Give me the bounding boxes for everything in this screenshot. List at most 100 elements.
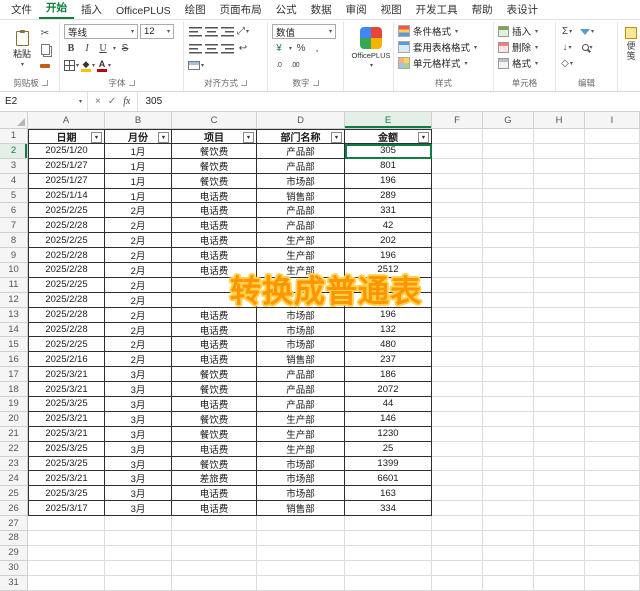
- cell-H30[interactable]: [534, 560, 585, 576]
- cell-D15[interactable]: 市场部: [257, 337, 345, 353]
- cell-D2[interactable]: 产品部: [257, 143, 345, 159]
- cell-I29[interactable]: [585, 545, 640, 561]
- cell-C29[interactable]: [172, 545, 257, 561]
- cells-删除-button[interactable]: 删除 ▾: [498, 39, 551, 55]
- column-header-B[interactable]: B: [105, 112, 172, 129]
- row-header-10[interactable]: 10: [0, 263, 28, 278]
- clear-button[interactable]: ◇ ▾: [560, 56, 574, 71]
- cell-H27[interactable]: [534, 516, 585, 532]
- alignment-dialog-launcher-icon[interactable]: [241, 80, 247, 86]
- cell-C21[interactable]: 餐饮费: [172, 426, 257, 442]
- percent-style-button[interactable]: %: [294, 41, 308, 56]
- cell-F29[interactable]: [432, 545, 483, 561]
- cell-H20[interactable]: [534, 411, 585, 427]
- row-header-5[interactable]: 5: [0, 188, 28, 204]
- row-header-6[interactable]: 6: [0, 203, 28, 219]
- cell-B14[interactable]: 2月: [105, 322, 172, 338]
- cell-C28[interactable]: [172, 531, 257, 546]
- merge-center-button[interactable]: ▾: [188, 58, 204, 73]
- cell-F17[interactable]: [432, 367, 483, 383]
- cell-F20[interactable]: [432, 411, 483, 427]
- cell-H14[interactable]: [534, 322, 585, 338]
- cell-G28[interactable]: [483, 531, 534, 546]
- cell-E3[interactable]: 801: [345, 158, 432, 174]
- cell-D4[interactable]: 市场部: [257, 173, 345, 189]
- cell-H12[interactable]: [534, 292, 585, 308]
- cell-C18[interactable]: 餐饮费: [172, 382, 257, 398]
- cut-button[interactable]: ✂: [38, 26, 52, 41]
- cell-E20[interactable]: 146: [345, 411, 432, 427]
- cell-D22[interactable]: 生产部: [257, 441, 345, 457]
- filter-dropdown-button[interactable]: ▼: [331, 132, 342, 143]
- cells-格式-button[interactable]: 格式 ▾: [498, 55, 551, 71]
- cell-G11[interactable]: [483, 277, 534, 293]
- cell-B21[interactable]: 3月: [105, 426, 172, 442]
- cell-B19[interactable]: 3月: [105, 397, 172, 412]
- cell-C8[interactable]: 电话费: [172, 233, 257, 249]
- cell-I1[interactable]: [585, 129, 640, 144]
- cell-B2[interactable]: 1月: [105, 143, 172, 159]
- cell-G14[interactable]: [483, 322, 534, 338]
- cell-F27[interactable]: [432, 516, 483, 532]
- cell-B5[interactable]: 1月: [105, 188, 172, 204]
- row-header-19[interactable]: 19: [0, 397, 28, 412]
- cell-I16[interactable]: [585, 352, 640, 368]
- cell-A30[interactable]: [28, 560, 105, 576]
- cell-E27[interactable]: [345, 516, 432, 532]
- cell-A22[interactable]: 2025/3/25: [28, 441, 105, 457]
- cell-G22[interactable]: [483, 441, 534, 457]
- cell-D17[interactable]: 产品部: [257, 367, 345, 383]
- cell-F21[interactable]: [432, 426, 483, 442]
- cell-E15[interactable]: 480: [345, 337, 432, 353]
- cell-A12[interactable]: 2025/2/28: [28, 292, 105, 308]
- cell-B22[interactable]: 3月: [105, 441, 172, 457]
- cell-G8[interactable]: [483, 233, 534, 249]
- cell-A21[interactable]: 2025/3/21: [28, 426, 105, 442]
- cell-E25[interactable]: 163: [345, 486, 432, 502]
- sort-filter-button[interactable]: ▾: [580, 24, 594, 39]
- cell-B24[interactable]: 3月: [105, 471, 172, 487]
- column-header-D[interactable]: D: [257, 112, 345, 129]
- cell-G2[interactable]: [483, 143, 534, 159]
- bold-button[interactable]: B: [64, 41, 78, 56]
- cell-B20[interactable]: 3月: [105, 411, 172, 427]
- ribbon-tab-开始[interactable]: 开始: [39, 0, 74, 19]
- cell-E23[interactable]: 1399: [345, 456, 432, 472]
- row-header-18[interactable]: 18: [0, 382, 28, 398]
- cell-B29[interactable]: [105, 545, 172, 561]
- cell-G10[interactable]: [483, 263, 534, 278]
- cell-E30[interactable]: [345, 560, 432, 576]
- cell-C25[interactable]: 电话费: [172, 486, 257, 502]
- align-bottom-button[interactable]: [220, 24, 234, 39]
- ribbon-tab-页面布局[interactable]: 页面布局: [213, 0, 269, 19]
- cell-G20[interactable]: [483, 411, 534, 427]
- cell-I15[interactable]: [585, 337, 640, 353]
- cell-E31[interactable]: [345, 575, 432, 591]
- cell-D14[interactable]: 市场部: [257, 322, 345, 338]
- cell-F28[interactable]: [432, 531, 483, 546]
- ribbon-tab-视图[interactable]: 视图: [374, 0, 409, 19]
- cell-C1[interactable]: 项目 ▼: [172, 129, 257, 144]
- formula-input[interactable]: 305: [138, 92, 640, 111]
- cell-D19[interactable]: 产品部: [257, 397, 345, 412]
- cell-G5[interactable]: [483, 188, 534, 204]
- cell-B4[interactable]: 1月: [105, 173, 172, 189]
- row-header-1[interactable]: 1: [0, 129, 28, 144]
- cell-H2[interactable]: [534, 143, 585, 159]
- row-header-4[interactable]: 4: [0, 173, 28, 189]
- row-header-20[interactable]: 20: [0, 411, 28, 427]
- styles-套用表格格式-button[interactable]: 套用表格格式 ▾: [398, 39, 489, 55]
- side-panel-button[interactable]: 便笺: [618, 22, 640, 91]
- cell-C5[interactable]: 电话费: [172, 188, 257, 204]
- cell-D1[interactable]: 部门名称 ▼: [257, 129, 345, 144]
- cell-D24[interactable]: 市场部: [257, 471, 345, 487]
- strikethrough-button[interactable]: S: [118, 41, 132, 56]
- cell-E19[interactable]: 44: [345, 397, 432, 412]
- cell-I24[interactable]: [585, 471, 640, 487]
- cell-G19[interactable]: [483, 397, 534, 412]
- cell-G15[interactable]: [483, 337, 534, 353]
- cell-H28[interactable]: [534, 531, 585, 546]
- cell-F31[interactable]: [432, 575, 483, 591]
- font-size-combo[interactable]: 12 ▾: [140, 24, 174, 39]
- cell-C30[interactable]: [172, 560, 257, 576]
